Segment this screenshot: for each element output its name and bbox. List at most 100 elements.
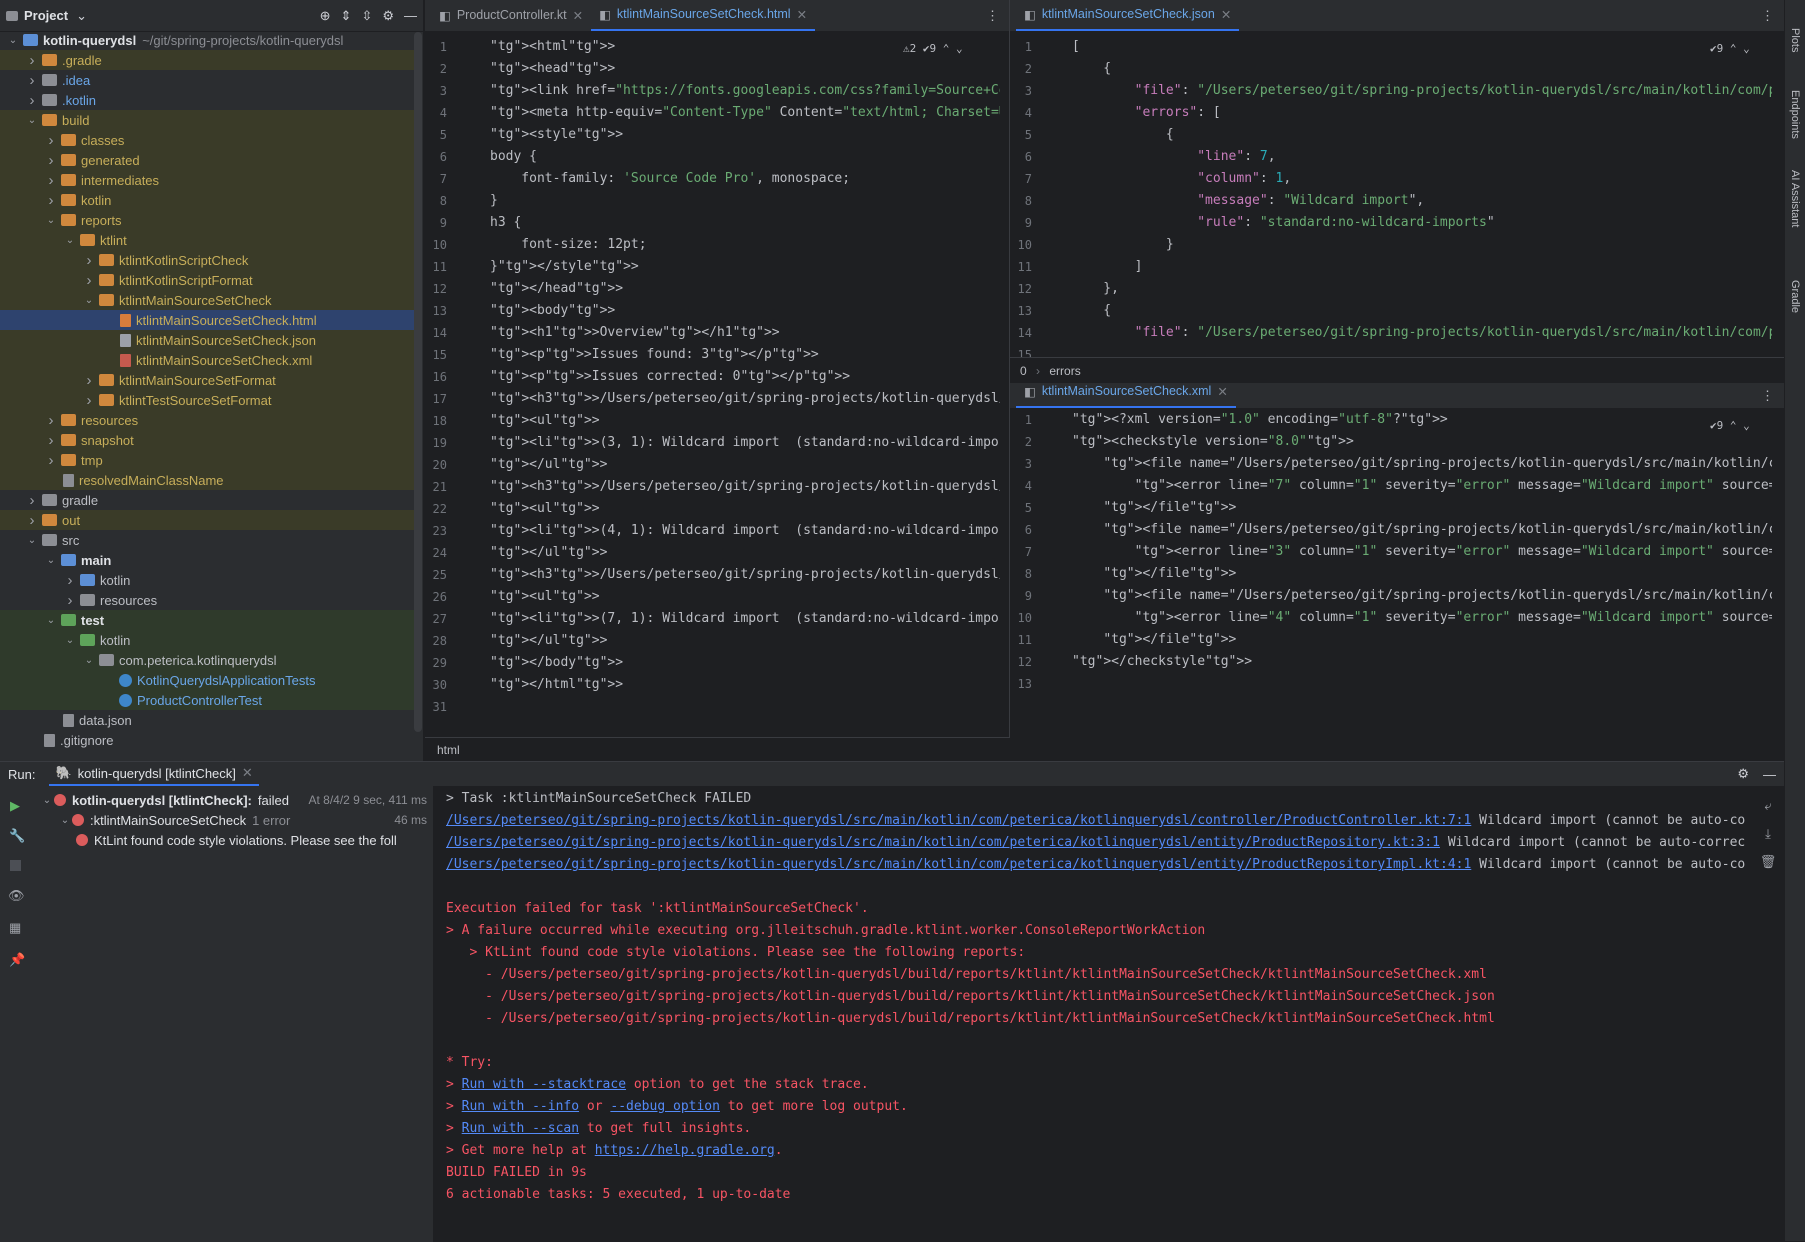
chevron-right-icon[interactable]: › [44, 452, 58, 469]
chevron-right-icon[interactable]: › [25, 52, 39, 69]
code-line[interactable]: "errors": [ [1072, 102, 1772, 124]
code-line[interactable]: "tg"><body"tg">> [490, 300, 1000, 322]
code-line[interactable]: }"tg"></style"tg">> [490, 256, 1000, 278]
code-line[interactable]: "tg"><file name="/Users/peterseo/git/spr… [1072, 585, 1772, 607]
tool-window-plots[interactable]: Plots [1789, 28, 1801, 52]
tree-item[interactable]: ⌄ test [0, 610, 414, 630]
code-line[interactable]: h3 { [490, 212, 1000, 234]
tree-item[interactable]: ⌄ src [0, 530, 414, 550]
tree-item[interactable]: › tmp [0, 450, 414, 470]
code-line[interactable]: "rule": "standard:no-wildcard-imports" [1072, 212, 1772, 234]
code-line[interactable]: "message": "Wildcard import", [1072, 190, 1772, 212]
chevron-right-icon[interactable]: › [63, 592, 77, 609]
close-icon[interactable]: ✕ [797, 7, 807, 22]
code-line[interactable]: "tg"></ul"tg">> [490, 542, 1000, 564]
chevron-right-icon[interactable]: › [44, 432, 58, 449]
tree-item[interactable]: › kotlin [0, 570, 414, 590]
tree-item[interactable]: ⌄ com.peterica.kotlinquerydsl [0, 650, 414, 670]
chevron-right-icon[interactable]: › [25, 92, 39, 109]
chevron-right-icon[interactable]: › [63, 572, 77, 589]
code-line[interactable]: "tg"><h3"tg">>/Users/peterseo/git/spring… [490, 476, 1000, 498]
tree-item[interactable]: KotlinQuerydslApplicationTests [0, 670, 414, 690]
tree-item[interactable]: › gradle [0, 490, 414, 510]
code-line[interactable]: "tg"></file"tg">> [1072, 497, 1772, 519]
xml-code-area[interactable]: "tg"><?xml version="1.0" encoding="utf-8… [1072, 409, 1772, 695]
chevron-right-icon[interactable]: › [25, 72, 39, 89]
code-line[interactable]: "tg"><meta http-equiv="Content-Type" Con… [490, 102, 1000, 124]
chevron-right-icon[interactable]: › [82, 252, 96, 269]
code-line[interactable]: "tg"><file name="/Users/peterseo/git/spr… [1072, 453, 1772, 475]
console-link[interactable]: Run with --scan [462, 1121, 579, 1136]
code-line[interactable]: "tg"><error line="7" column="1" severity… [1072, 475, 1772, 497]
tree-item[interactable]: › generated [0, 150, 414, 170]
tree-item[interactable]: ⌄ kotlin-querydsl ~/git/spring-projects/ko… [0, 30, 414, 50]
tool-window-endpoints[interactable]: Endpoints [1789, 90, 1801, 139]
chevron-right-icon[interactable]: › [25, 512, 39, 529]
editor-tab[interactable]: ◧ ProductController.kt ✕ [431, 0, 591, 31]
tree-item[interactable]: › kotlin [0, 190, 414, 210]
console-link[interactable]: /Users/peterseo/git/spring-projects/kotl… [446, 835, 1440, 850]
tree-item[interactable]: ⌄ kotlin [0, 630, 414, 650]
chevron-down-icon[interactable]: ⌄ [63, 635, 77, 646]
chevron-right-icon[interactable]: › [44, 172, 58, 189]
tool-window-ai-assistant[interactable]: AI Assistant [1789, 170, 1801, 227]
code-line[interactable]: "tg"><ul"tg">> [490, 498, 1000, 520]
close-icon[interactable]: ✕ [1221, 7, 1231, 22]
collapse-all-icon[interactable]: ⇳ [361, 8, 372, 24]
json-editor[interactable]: ◧ ktlintMainSourceSetCheck.json ✕ ⋮ ✔9 ⌃ ⌄ … [1010, 0, 1784, 365]
xml-editor[interactable]: ◧ ktlintMainSourceSetCheck.xml ✕ ⋮ ✔9 ⌃ ⌄ 1… [1010, 383, 1784, 741]
tree-item[interactable]: › .kotlin [0, 90, 414, 110]
code-line[interactable]: [ [1072, 36, 1772, 58]
tree-item[interactable]: › intermediates [0, 170, 414, 190]
tree-item[interactable]: › ktlintMainSourceSetFormat [0, 370, 414, 390]
console-link[interactable]: Run with --info [462, 1099, 579, 1114]
tree-item[interactable]: › out [0, 510, 414, 530]
tree-item[interactable]: ProductControllerTest [0, 690, 414, 710]
json-code-area[interactable]: [ { "file": "/Users/peterseo/git/spring-… [1072, 36, 1772, 346]
code-line[interactable]: "tg"><ul"tg">> [490, 586, 1000, 608]
chevron-down-icon[interactable]: ⌄ [25, 535, 39, 546]
code-line[interactable]: "tg"><checkstyle version="8.0""tg">> [1072, 431, 1772, 453]
tree-item[interactable]: › .idea [0, 70, 414, 90]
code-line[interactable]: "tg"><li"tg">>(4, 1): Wildcard import (s… [490, 520, 1000, 542]
chevron-down-icon[interactable]: ⌄ [82, 295, 96, 306]
code-line[interactable]: "tg"><h3"tg">>/Users/peterseo/git/spring… [490, 564, 1000, 586]
layout-icon[interactable]: ▦ [9, 920, 21, 936]
chevron-down-icon[interactable]: ⌄ [6, 35, 20, 46]
code-line[interactable]: "tg"><p"tg">>Issues corrected: 0"tg"></p… [490, 366, 1000, 388]
minimize-icon[interactable]: — [404, 8, 417, 24]
code-line[interactable]: "column": 1, [1072, 168, 1772, 190]
chevron-down-icon[interactable]: ⌄ [25, 115, 39, 126]
tree-item[interactable]: ktlintMainSourceSetCheck.html [0, 310, 414, 330]
tree-item[interactable]: data.json [0, 710, 414, 730]
code-line[interactable]: "tg"></ul"tg">> [490, 454, 1000, 476]
tree-item[interactable]: › .gradle [0, 50, 414, 70]
run-tree[interactable]: ⌄ kotlin-querydsl [ktlintCheck]: failed At … [32, 786, 434, 1242]
tree-item[interactable]: › ktlintKotlinScriptCheck [0, 250, 414, 270]
chevron-down-icon[interactable]: ⌄ [76, 8, 87, 24]
eye-icon[interactable]: 👁 [8, 888, 25, 904]
rerun-icon[interactable]: ▶ [10, 798, 20, 814]
more-icon[interactable]: ⋮ [986, 8, 999, 24]
tree-item[interactable]: › classes [0, 130, 414, 150]
code-line[interactable]: "tg"></body"tg">> [490, 652, 1000, 674]
tree-item[interactable]: › snapshot [0, 430, 414, 450]
chevron-right-icon[interactable]: › [44, 132, 58, 149]
more-icon[interactable]: ⋮ [1761, 8, 1774, 24]
code-line[interactable]: "tg"><?xml version="1.0" encoding="utf-8… [1072, 409, 1772, 431]
code-line[interactable]: "tg"><h1"tg">>Overview"tg"></h1"tg">> [490, 322, 1000, 344]
code-line[interactable]: body { [490, 146, 1000, 168]
code-line[interactable] [490, 696, 1000, 718]
tree-item[interactable]: ⌄ reports [0, 210, 414, 230]
console-output[interactable]: > Task :ktlintMainSourceSetCheck FAILED /… [446, 788, 1746, 1206]
chevron-right-icon[interactable]: › [25, 492, 39, 509]
minimize-icon[interactable]: — [1763, 767, 1776, 782]
code-line[interactable]: "tg"><head"tg">> [490, 58, 1000, 80]
code-line[interactable]: "tg"><li"tg">>(7, 1): Wildcard import (s… [490, 608, 1000, 630]
soft-wrap-icon[interactable]: ⤶ [1756, 792, 1780, 820]
chevron-right-icon[interactable]: › [44, 192, 58, 209]
code-line[interactable]: { [1072, 58, 1772, 80]
code-line[interactable] [1072, 673, 1772, 695]
code-line[interactable]: "tg"></file"tg">> [1072, 563, 1772, 585]
tree-item[interactable]: resolvedMainClassName [0, 470, 414, 490]
